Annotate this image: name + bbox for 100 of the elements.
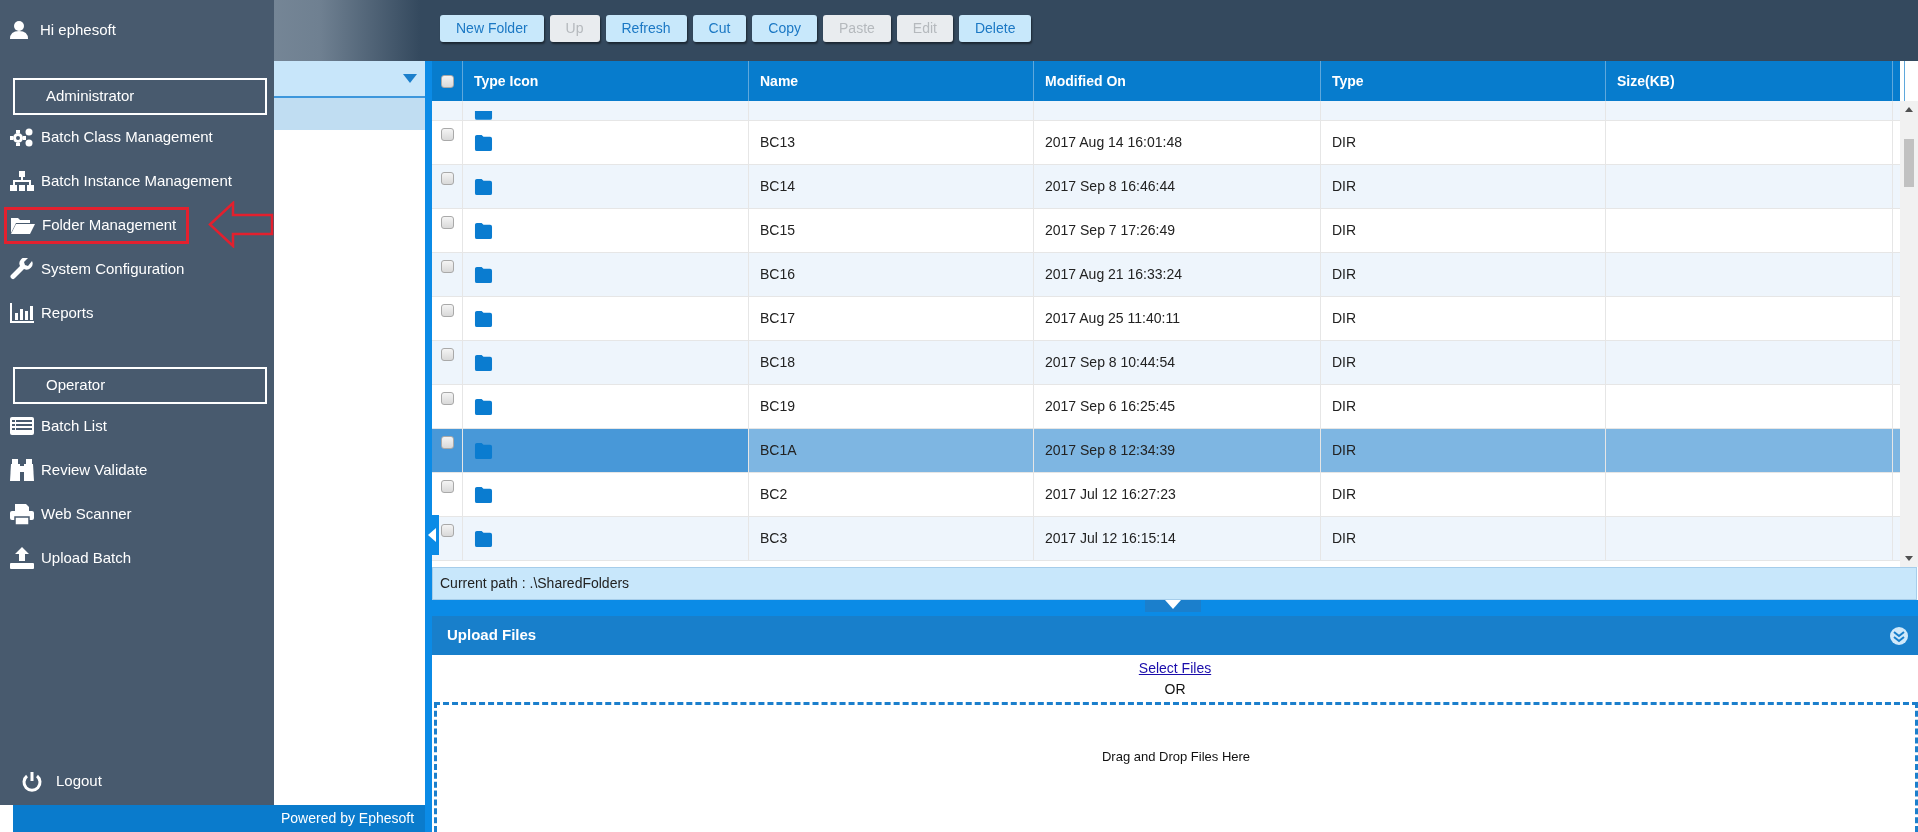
date-cell-text: 2017 Sep 7 17:26:49 xyxy=(1045,221,1175,240)
name-cell-text: BC15 xyxy=(760,221,796,240)
type-cell-text: DIR xyxy=(1332,353,1357,372)
type-cell-text: DIR xyxy=(1332,221,1357,240)
toolbar-button[interactable]: New Folder xyxy=(440,15,544,42)
toolbar-button[interactable]: Refresh xyxy=(605,15,687,42)
binoculars-icon xyxy=(10,459,34,481)
menu-item[interactable]: Batch Class Management xyxy=(10,125,213,149)
folder-icon xyxy=(474,353,493,372)
type-cell-text: DIR xyxy=(1332,133,1357,152)
name-cell-text: BC3 xyxy=(760,529,788,548)
row-checkbox[interactable] xyxy=(440,260,454,273)
section-header: Operator xyxy=(13,367,267,404)
row-checkbox[interactable] xyxy=(440,304,454,317)
menu-item[interactable]: Review Validate xyxy=(10,458,148,482)
menu-item[interactable]: Upload Batch xyxy=(10,546,132,570)
type-cell-text: DIR xyxy=(1332,265,1357,284)
dropdown-caret-icon xyxy=(403,74,417,83)
menu-item[interactable]: Reports xyxy=(10,301,94,325)
folder-icon xyxy=(474,309,493,328)
row-checkbox[interactable] xyxy=(440,392,454,405)
bar-chart-icon xyxy=(10,302,34,324)
select-files-link[interactable]: Select Files xyxy=(1138,658,1212,679)
drop-zone[interactable]: Drag and Drop Files Here xyxy=(434,702,1918,832)
section-title: Upload Files xyxy=(447,625,537,646)
date-cell-text: 2017 Aug 25 11:40:11 xyxy=(1045,309,1180,328)
printer-icon xyxy=(10,503,34,525)
collapse-handle[interactable] xyxy=(425,515,439,555)
select-all-checkbox[interactable] xyxy=(440,74,454,88)
name-cell-text: BC17 xyxy=(760,309,796,328)
folder-icon xyxy=(474,177,493,196)
row-checkbox[interactable] xyxy=(440,480,454,493)
name-cell-text: BC14 xyxy=(760,177,796,196)
footer-bar: Powered by Ephesoft xyxy=(13,805,425,832)
path-bar: Current path : .\SharedFolders xyxy=(432,567,1917,600)
folder-icon xyxy=(474,529,493,548)
wrench-icon xyxy=(10,258,34,280)
drop-hint-text: Drag and Drop Files Here xyxy=(1101,748,1251,766)
date-cell-text: 2017 Aug 14 16:01:48 xyxy=(1045,133,1183,152)
list-icon xyxy=(10,415,34,437)
menu-item[interactable]: Batch List xyxy=(10,414,107,438)
menu-item[interactable]: Web Scanner xyxy=(10,502,132,526)
toolbar-button[interactable]: Copy xyxy=(752,15,817,42)
date-cell-text: 2017 Sep 8 12:34:39 xyxy=(1045,441,1175,460)
name-cell-text: BC16 xyxy=(760,265,796,284)
folder-icon xyxy=(474,485,493,504)
row-checkbox[interactable] xyxy=(440,128,454,141)
menu-item[interactable]: Folder Management xyxy=(11,213,177,237)
scroll-down-icon xyxy=(1905,556,1913,561)
collapse-icon xyxy=(1890,626,1908,645)
logout-link[interactable]: Logout xyxy=(0,761,102,801)
table-row[interactable]: BC3 2017 Jul 12 16:15:14 DIR xyxy=(432,517,1900,561)
folder-icon xyxy=(474,221,493,240)
separator-text: OR xyxy=(1164,680,1186,699)
menu-item[interactable]: Batch Instance Management xyxy=(10,169,232,193)
scroll-thumb[interactable] xyxy=(1904,139,1914,187)
scrollbar[interactable] xyxy=(1900,101,1918,567)
left-arrow-icon xyxy=(428,528,436,542)
table-row[interactable]: BC14 2017 Sep 8 16:46:44 DIR xyxy=(432,165,1900,209)
date-cell-text: 2017 Jul 12 16:15:14 xyxy=(1045,529,1176,548)
row-checkbox[interactable] xyxy=(440,436,454,449)
collapse-handle[interactable] xyxy=(1145,600,1201,612)
section-header: Administrator xyxy=(13,78,267,115)
row-checkbox[interactable] xyxy=(440,348,454,361)
date-cell-text: 2017 Sep 8 16:46:44 xyxy=(1045,177,1175,196)
upload-icon xyxy=(10,547,34,569)
date-cell-text: 2017 Sep 6 16:25:45 xyxy=(1045,397,1175,416)
type-cell-text: DIR xyxy=(1332,485,1357,504)
folder-icon xyxy=(474,111,493,120)
toolbar-button[interactable]: Delete xyxy=(958,15,1032,42)
row-checkbox[interactable] xyxy=(440,216,454,229)
table-row[interactable]: BC1A 2017 Sep 8 12:34:39 DIR xyxy=(432,429,1900,473)
name-cell-text: BC18 xyxy=(760,353,796,372)
menu-item[interactable]: System Configuration xyxy=(10,257,185,281)
table-row[interactable]: BC16 2017 Aug 21 16:33:24 DIR xyxy=(432,253,1900,297)
type-cell-text: DIR xyxy=(1332,397,1357,416)
folder-icon xyxy=(474,441,493,460)
name-cell-text: BC2 xyxy=(760,485,788,504)
sitemap-icon xyxy=(10,170,34,192)
type-cell-text: DIR xyxy=(1332,529,1357,548)
gears-icon xyxy=(10,126,34,148)
row-checkbox[interactable] xyxy=(440,172,454,185)
folder-icon xyxy=(474,133,493,152)
type-cell-text: DIR xyxy=(1332,441,1357,460)
user-icon xyxy=(10,21,28,39)
name-cell-text: BC1A xyxy=(760,441,797,460)
name-cell-text: BC19 xyxy=(760,397,796,416)
annotation-arrow-icon xyxy=(207,201,274,248)
row-checkbox[interactable] xyxy=(440,524,454,537)
scroll-up-icon xyxy=(1905,107,1913,112)
type-cell-text: DIR xyxy=(1332,177,1357,196)
table-row[interactable]: BC18 2017 Sep 8 10:44:54 DIR xyxy=(432,341,1900,385)
down-arrow-icon xyxy=(1165,600,1181,609)
toolbar-button[interactable]: Cut xyxy=(692,15,747,42)
folder-icon xyxy=(474,397,493,416)
type-cell-text: DIR xyxy=(1332,309,1357,328)
date-cell-text: 2017 Sep 8 10:44:54 xyxy=(1045,353,1175,372)
name-cell-text: BC13 xyxy=(760,133,796,152)
power-icon xyxy=(22,770,42,792)
folder-icon xyxy=(474,265,493,284)
